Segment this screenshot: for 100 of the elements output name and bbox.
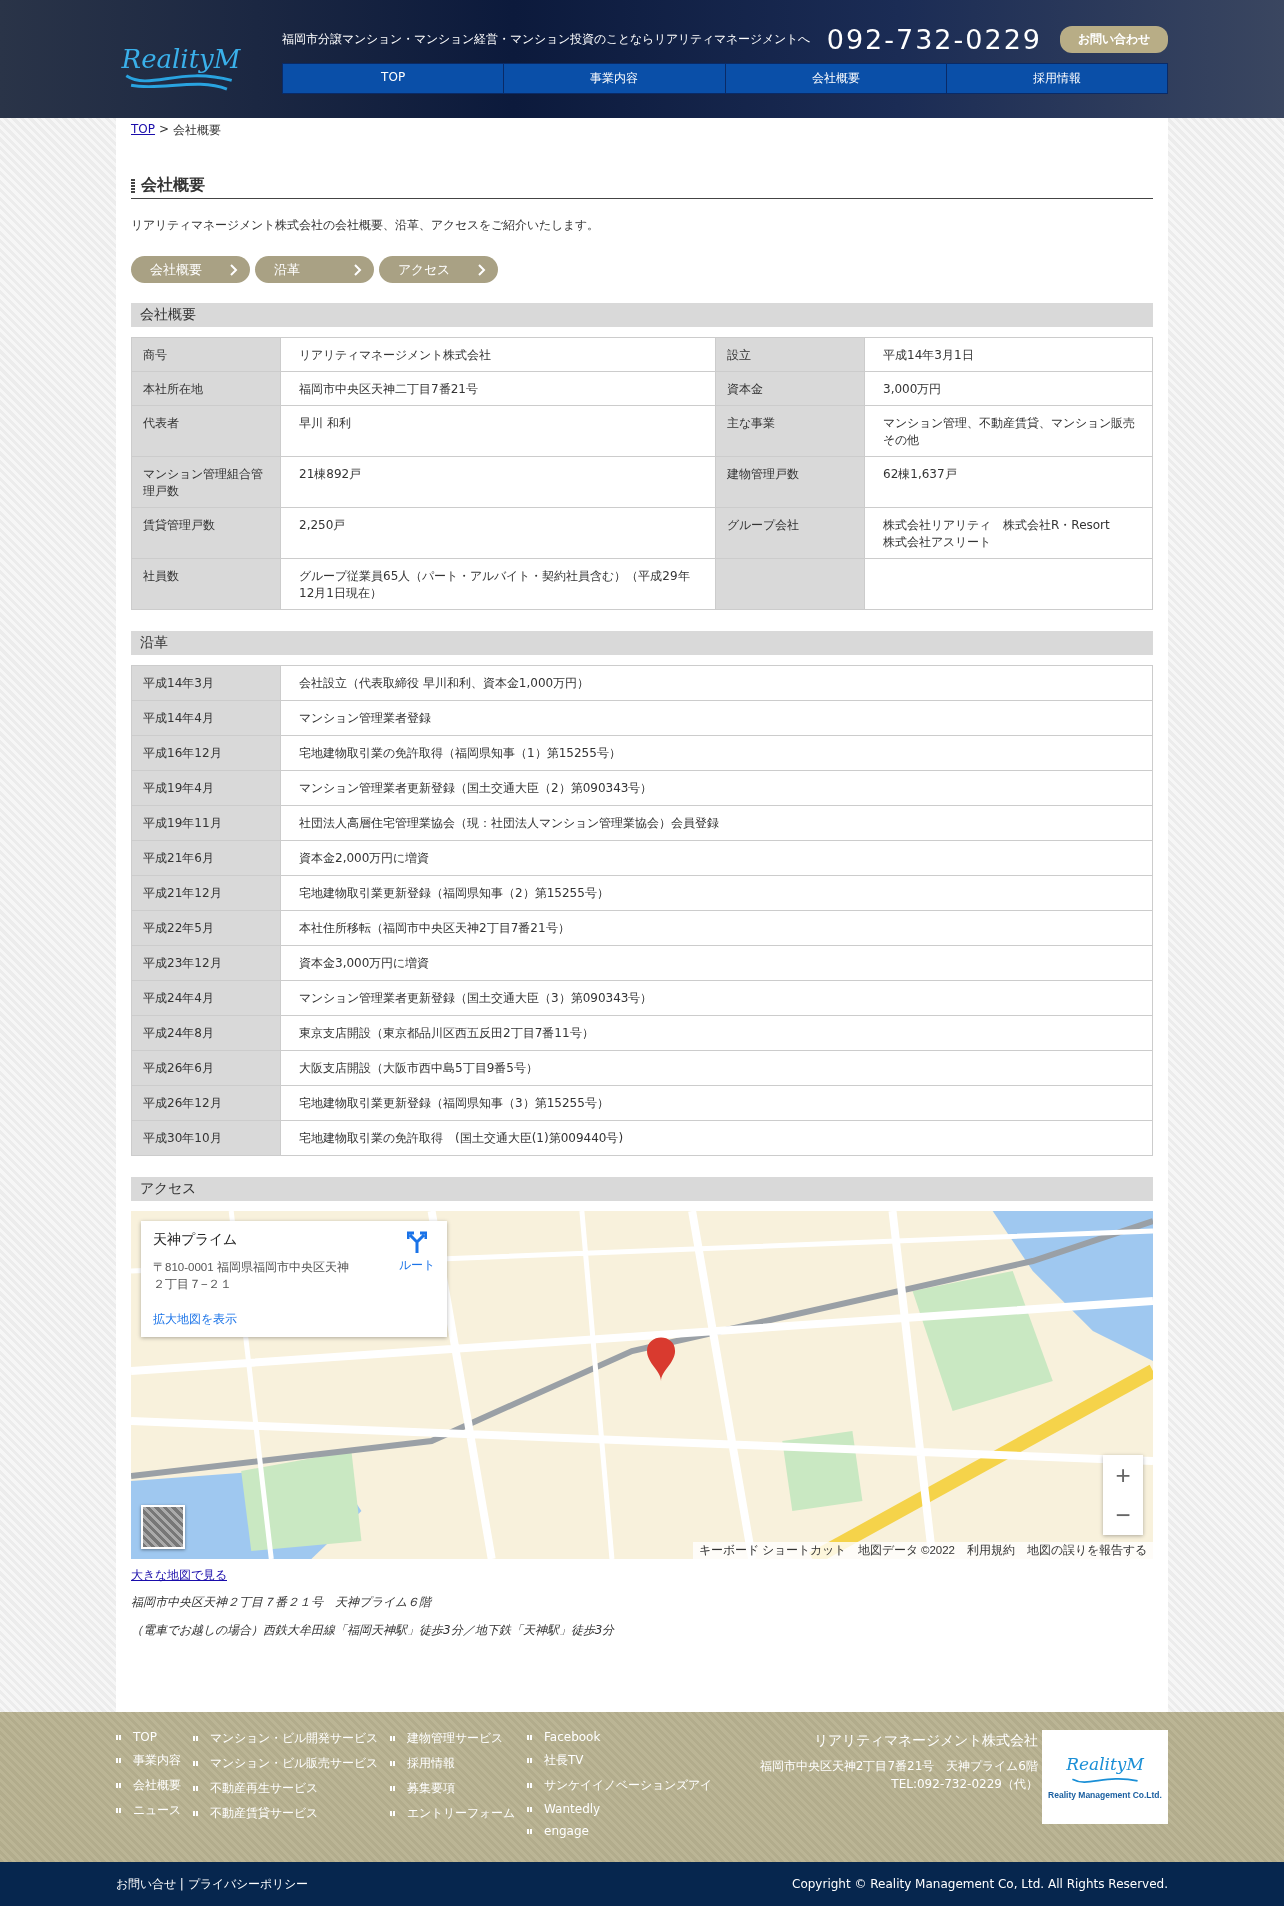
logo[interactable]: RealityM — [116, 27, 246, 91]
event-cell: 宅地建物取引業更新登録（福岡県知事（2）第15255号） — [280, 875, 1153, 911]
nav-tab[interactable]: 採用情報 — [945, 64, 1167, 93]
breadcrumb-link[interactable]: TOP — [131, 122, 155, 139]
access-text: 福岡市中央区天神２丁目７番２１号 天神プライム６階 — [131, 1594, 433, 1611]
company-name: リアリティマネージメント株式会社 — [813, 1731, 1038, 1750]
layer-toggle-button[interactable] — [141, 1505, 185, 1549]
nav-tab[interactable]: TOP — [283, 64, 504, 93]
footer-link[interactable]: ニュース — [116, 1802, 181, 1819]
date-cell: 平成21年6月 — [131, 840, 281, 876]
breadcrumb-separator: > — [159, 122, 170, 138]
event-cell: 宅地建物取引業の免許取得（福岡県知事（1）第15255号） — [280, 735, 1153, 771]
date-cell: 平成19年4月 — [131, 770, 281, 806]
date-cell: 平成26年6月 — [131, 1050, 281, 1086]
page-title: 会社概要 — [131, 175, 1153, 199]
table-header-cell: 主な事業 — [715, 405, 865, 457]
table-cell: グループ従業員65人（パート・アルバイト・契約社員含む）（平成29年12月1日現在） — [280, 558, 716, 610]
place-name: 天神プライム — [153, 1231, 238, 1249]
bullet-icon — [193, 1811, 198, 1816]
section-link[interactable]: 沿革 — [255, 256, 374, 283]
footer-link[interactable]: 採用情報 — [390, 1755, 515, 1772]
section-heading: アクセス — [131, 1177, 1153, 1201]
table-header-cell: 建物管理戸数 — [715, 456, 865, 508]
section-heading: 会社概要 — [131, 303, 1153, 327]
attribution-link[interactable]: キーボード ショートカット — [698, 1543, 846, 1558]
table-cell: 株式会社リアリティ 株式会社R・Resort 株式会社アスリート — [864, 507, 1153, 559]
table-header-cell: 賃貸管理戸数 — [131, 507, 281, 559]
footer-link[interactable]: プライバシーポリシー — [187, 1876, 308, 1891]
chevron-icon — [230, 263, 238, 276]
event-cell: 本社住所移転（福岡市中央区天神2丁目7番21号） — [280, 910, 1153, 946]
date-cell: 平成14年4月 — [131, 700, 281, 736]
company-phone: TEL:092-732-0229（代） — [890, 1776, 1038, 1793]
bullet-icon — [193, 1736, 198, 1741]
footer-link[interactable]: TOP — [116, 1730, 181, 1744]
footer-link[interactable]: 会社概要 — [116, 1777, 181, 1794]
section-link[interactable]: アクセス — [379, 256, 498, 283]
access-text: （電車でお越しの場合）西鉄大牟田線「福岡天神駅」徒歩3分／地下鉄「天神駅」徒歩3分 — [131, 1622, 616, 1639]
footer-link[interactable]: 募集要項 — [390, 1780, 515, 1797]
table-header-cell: グループ会社 — [715, 507, 865, 559]
zoom-in-button[interactable]: + — [1103, 1455, 1143, 1495]
footer-link[interactable]: マンション・ビル販売サービス — [193, 1755, 378, 1772]
footer-link[interactable]: Wantedly — [527, 1802, 712, 1816]
nav-tab[interactable]: 会社概要 — [724, 64, 946, 93]
footer-link[interactable]: Facebook — [527, 1730, 712, 1744]
date-cell: 平成22年5月 — [131, 910, 281, 946]
route-button[interactable]: ルート — [399, 1231, 435, 1294]
event-cell: 宅地建物取引業の免許取得 (国土交通大臣(1)第009440号) — [280, 1120, 1153, 1156]
attribution-link[interactable]: 地図データ ©2022 — [857, 1543, 955, 1558]
table-cell: リアリティマネージメント株式会社 — [280, 337, 716, 372]
enlarge-map-link[interactable]: 拡大地図を表示 — [153, 1311, 237, 1327]
nav-tab[interactable]: 事業内容 — [503, 64, 725, 93]
date-cell: 平成14年3月 — [131, 665, 281, 701]
date-cell: 平成24年4月 — [131, 980, 281, 1016]
footer-logo: RealityM Reality Management Co.Ltd. — [1042, 1730, 1168, 1824]
event-cell: 社団法人高層住宅管理業協会（現：社団法人マンション管理業協会）会員登録 — [280, 805, 1153, 841]
table-cell: 平成14年3月1日 — [864, 337, 1153, 372]
link-separator: | — [179, 1876, 184, 1891]
date-cell: 平成30年10月 — [131, 1120, 281, 1156]
date-cell: 平成24年8月 — [131, 1015, 281, 1051]
bullet-icon — [390, 1811, 395, 1816]
footer-link[interactable]: 不動産賃貸サービス — [193, 1805, 378, 1822]
footer-link[interactable]: サンケイイノベーションズアイ — [527, 1777, 712, 1794]
event-cell: マンション管理業者更新登録（国土交通大臣（2）第090343号） — [280, 770, 1153, 806]
event-cell: 資本金3,000万円に増資 — [280, 945, 1153, 981]
place-address: 〒810-0001 福岡県福岡市中央区天神２丁目７−２１ — [153, 1260, 350, 1293]
large-map-link[interactable]: 大きな地図で見る — [131, 1567, 227, 1584]
event-cell: マンション管理業者更新登録（国土交通大臣（3）第090343号） — [280, 980, 1153, 1016]
attribution-link[interactable]: 地図の誤りを報告する — [1027, 1543, 1147, 1558]
table-header-cell: 商号 — [131, 337, 281, 372]
section-link[interactable]: 会社概要 — [131, 256, 250, 283]
directions-icon — [407, 1231, 427, 1253]
footer-link[interactable]: お問い合せ — [116, 1876, 176, 1891]
company-address: 福岡市中央区天神2丁目7番21号 天神プライム6階 — [759, 1758, 1038, 1775]
zoom-out-button[interactable]: − — [1103, 1495, 1143, 1535]
contact-button[interactable]: お問い合わせ — [1060, 26, 1168, 53]
chevron-icon — [478, 263, 486, 276]
footer-link[interactable]: 建物管理サービス — [390, 1730, 515, 1747]
table-header-cell: 設立 — [715, 337, 865, 372]
table-cell: 福岡市中央区天神二丁目7番21号 — [280, 371, 716, 406]
table-cell: 2,250戸 — [280, 507, 716, 559]
bullet-icon — [527, 1806, 532, 1812]
footer-link[interactable]: 社長TV — [527, 1752, 712, 1769]
footer-link[interactable]: 不動産再生サービス — [193, 1780, 378, 1797]
bullet-icon — [116, 1808, 121, 1813]
attribution-link[interactable]: 利用規約 — [967, 1543, 1015, 1558]
bullet-icon — [527, 1783, 532, 1788]
copyright: Copyright © Reality Management Co, Ltd. All Rights Reserved. — [792, 1877, 1168, 1891]
event-cell: 会社設立（代表取締役 早川和利、資本金1,000万円） — [280, 665, 1153, 701]
table-cell: 21棟892戸 — [280, 456, 716, 508]
table-cell: 3,000万円 — [864, 371, 1153, 406]
footer-link[interactable]: 事業内容 — [116, 1752, 181, 1769]
bullet-icon — [193, 1786, 198, 1791]
event-cell: 宅地建物取引業更新登録（福岡県知事（3）第15255号） — [280, 1085, 1153, 1121]
bullet-icon — [527, 1828, 532, 1834]
bullet-icon — [527, 1758, 532, 1763]
footer-link[interactable]: マンション・ビル開発サービス — [193, 1730, 378, 1747]
footer-link[interactable]: engage — [527, 1824, 712, 1838]
footer-link[interactable]: エントリーフォーム — [390, 1805, 515, 1822]
bullet-icon — [116, 1783, 121, 1788]
table-cell: 早川 和利 — [280, 405, 716, 457]
